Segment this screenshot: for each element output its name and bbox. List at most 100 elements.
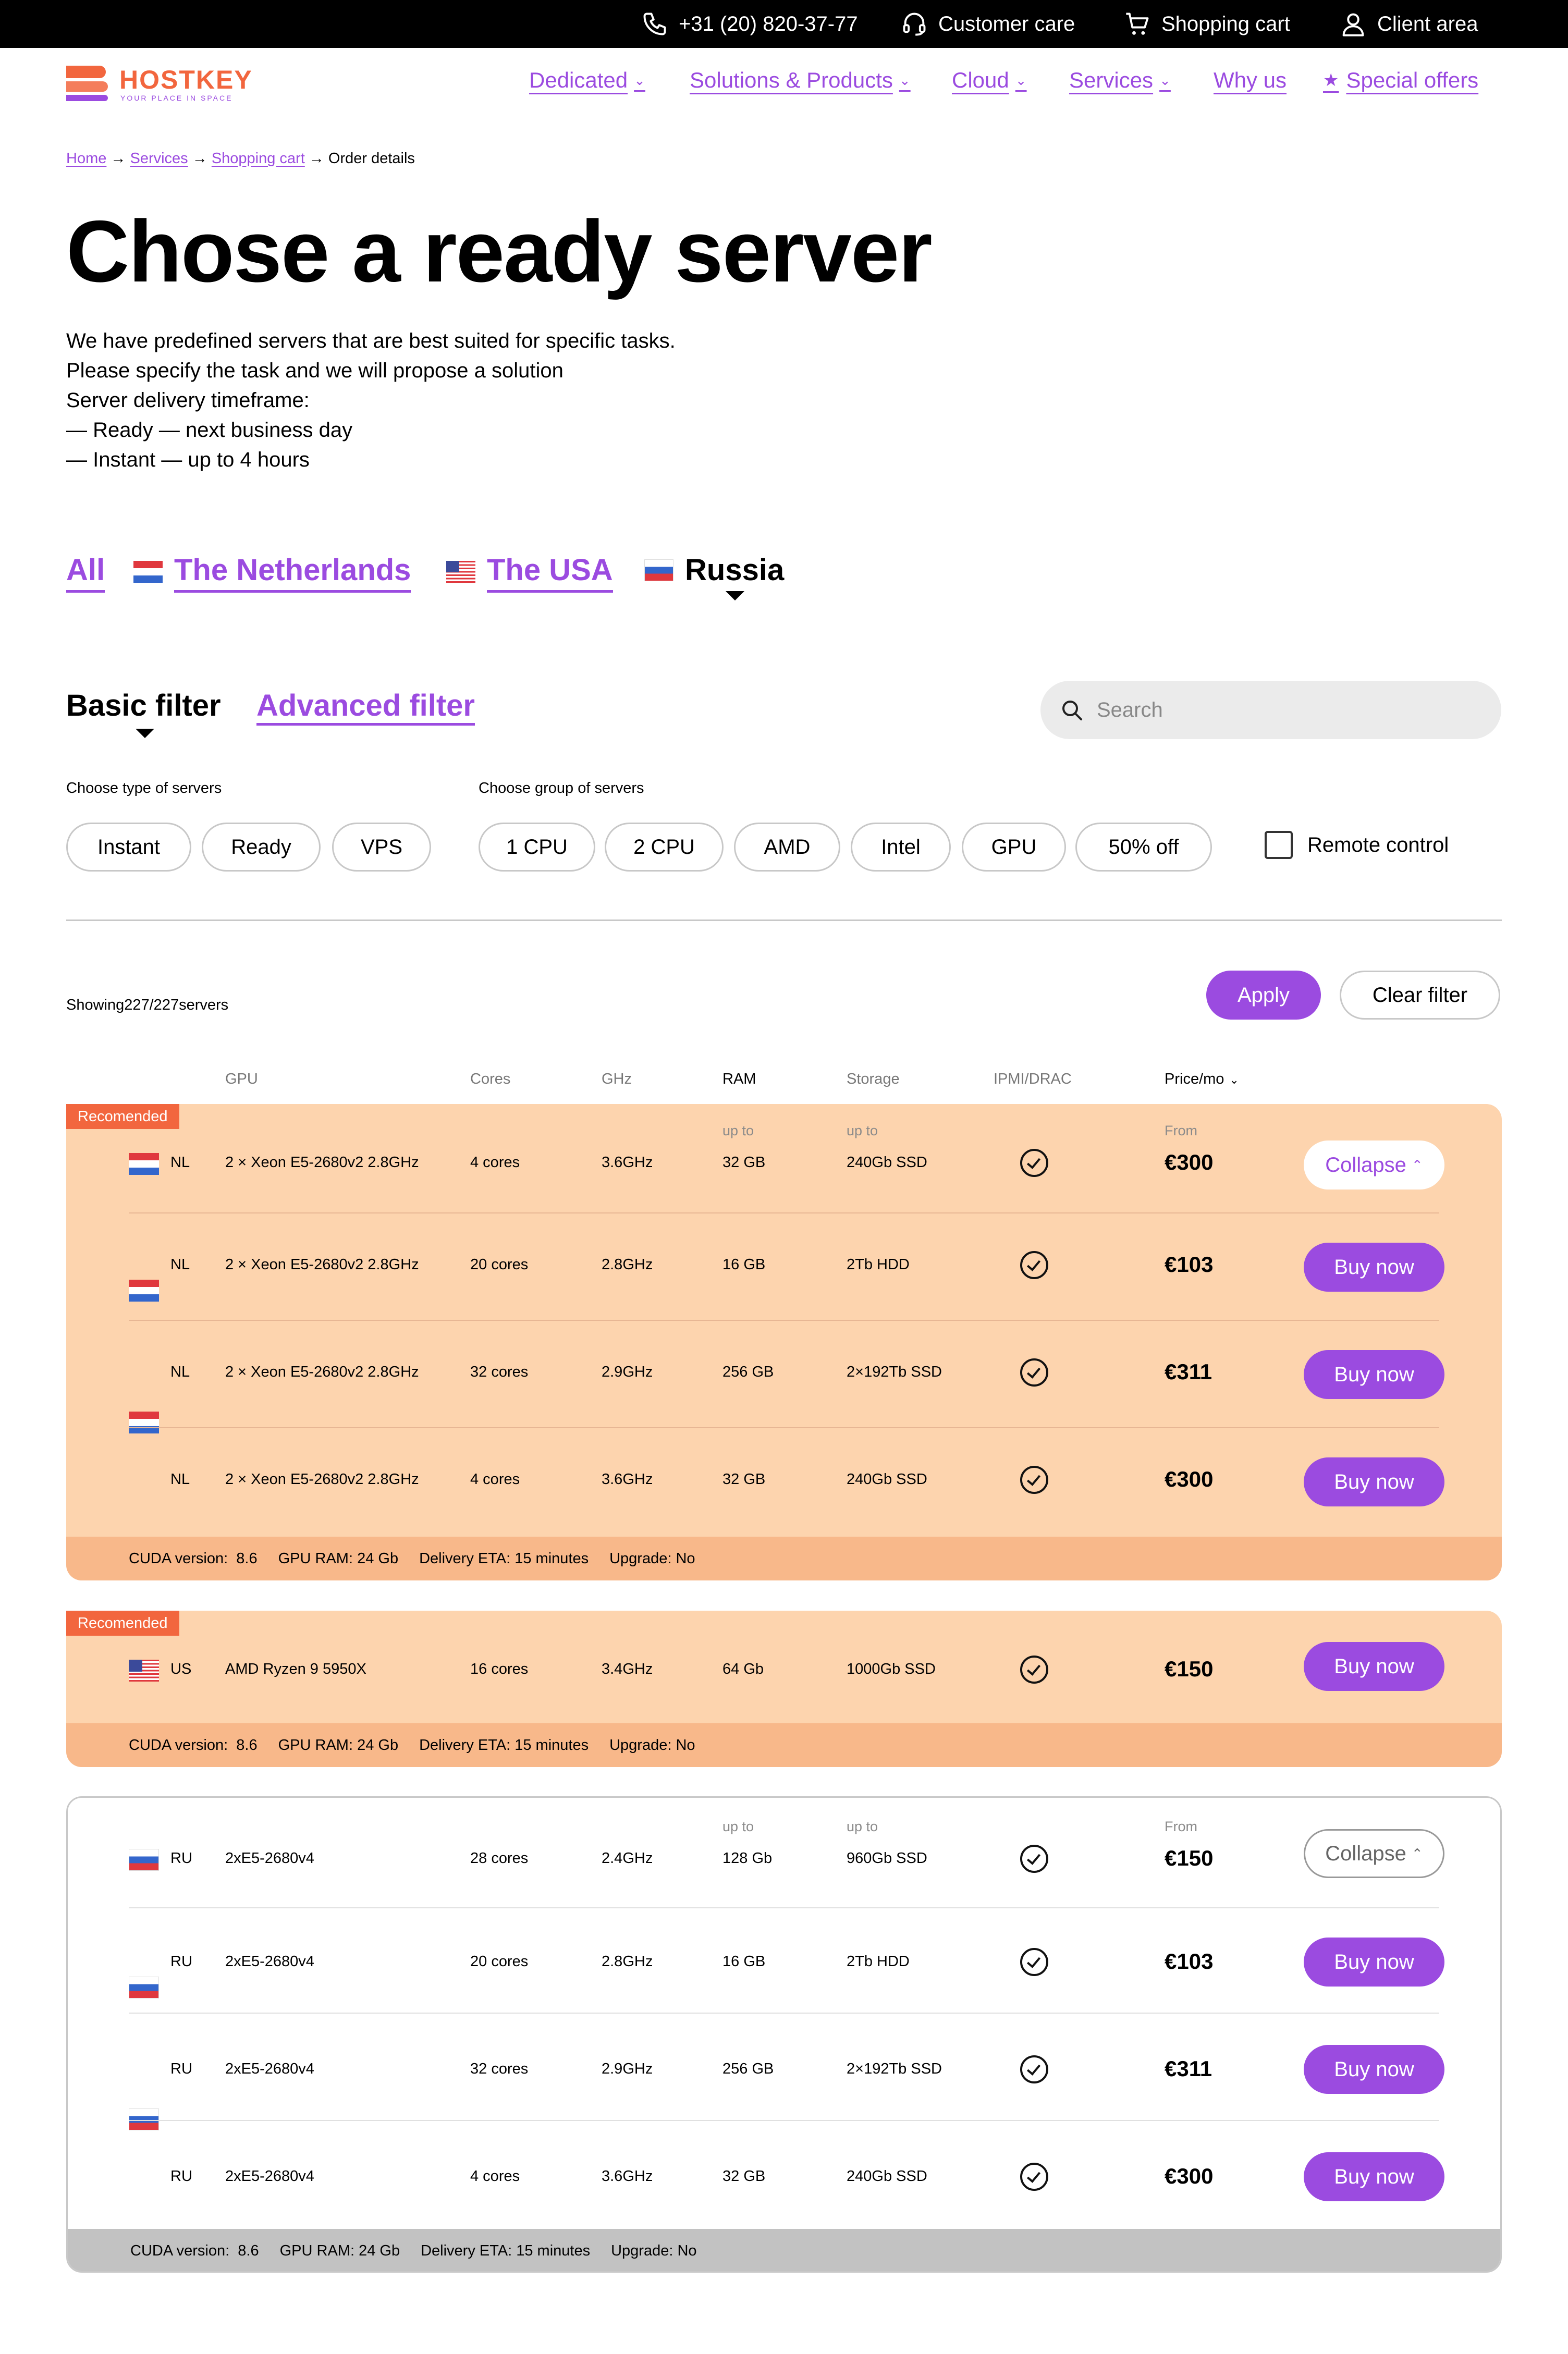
logo[interactable]: HOSTKEY YOUR PLACE IN SPACE — [66, 64, 252, 105]
column-header-ram[interactable]: RAM — [722, 1071, 756, 1088]
nav-dedicated[interactable]: Dedicated ⌄ — [529, 68, 645, 93]
group-pill-amd[interactable]: AMD — [734, 823, 840, 872]
country-tab-all[interactable]: All — [66, 550, 105, 593]
country-tab-all-label: All — [66, 550, 105, 593]
breadcrumb-separator: → — [309, 150, 324, 167]
nl-flag-icon — [129, 1280, 159, 1302]
search-input[interactable]: Search — [1040, 681, 1501, 739]
logo-text: HOSTKEY — [119, 65, 253, 94]
chevron-down-icon: ⌄ — [1015, 72, 1027, 88]
page-title: Chose a ready server — [66, 202, 933, 300]
group-pill-gpu[interactable]: GPU — [962, 823, 1066, 872]
column-header-storage[interactable]: Storage — [847, 1071, 900, 1088]
collapse-button[interactable]: Collapse ⌃ — [1304, 1829, 1444, 1878]
row-country: RU — [170, 2168, 192, 2185]
collapse-button[interactable]: Collapse ⌃ — [1304, 1141, 1444, 1190]
type-pill-ready[interactable]: Ready — [202, 823, 321, 872]
row-cpu: 2 × Xeon E5-2680v2 2.8GHz — [225, 1471, 419, 1488]
column-header-ipmi[interactable]: IPMI/DRAC — [994, 1071, 1072, 1088]
row-storage: 2Tb HDD — [847, 1953, 910, 1970]
breadcrumb-current: Order details — [328, 150, 415, 167]
breadcrumb-separator: → — [192, 150, 207, 167]
column-header-gpu[interactable]: GPU — [225, 1071, 258, 1088]
country-tab-netherlands[interactable]: The Netherlands — [133, 550, 411, 593]
row-price: €103 — [1165, 1949, 1214, 1973]
country-tab-usa[interactable]: The USA — [446, 550, 613, 593]
group-pill-50-off[interactable]: 50% off — [1075, 823, 1212, 872]
table-row: RU 2xE5-2680v4 20 cores 2.8GHz 16 GB 2Tb… — [68, 1822, 1500, 1999]
buy-now-button[interactable]: Buy now — [1304, 2045, 1444, 2094]
remote-control-checkbox[interactable]: Remote control — [1265, 831, 1449, 859]
client-area-link[interactable]: Client area — [1340, 0, 1478, 48]
column-header-cores[interactable]: Cores — [470, 1071, 510, 1088]
type-pill-vps[interactable]: VPS — [332, 823, 431, 872]
breadcrumb-home[interactable]: Home — [66, 150, 106, 167]
country-tab-russia[interactable]: Russia — [644, 550, 784, 590]
row-price: €103 — [1165, 1252, 1214, 1277]
phone-link[interactable]: +31 (20) 820-37-77 — [641, 0, 858, 48]
row-country: US — [170, 1661, 192, 1677]
delivery-eta: Delivery ETA: 15 minutes — [419, 1736, 589, 1754]
nav-special-offers[interactable]: ★ Special offers — [1323, 68, 1478, 93]
group-pill-1cpu[interactable]: 1 CPU — [479, 823, 595, 872]
cuda-version: CUDA version: 8.6 — [130, 2242, 259, 2259]
buy-now-button[interactable]: Buy now — [1304, 1243, 1444, 1292]
tab-basic-filter[interactable]: Basic filter — [66, 688, 221, 723]
row-ghz: 3.6GHz — [602, 1154, 653, 1171]
row-ghz: 2.9GHz — [602, 1364, 653, 1380]
buy-now-button[interactable]: Buy now — [1304, 2152, 1444, 2201]
buy-now-button[interactable]: Buy now — [1304, 1457, 1444, 1506]
apply-button[interactable]: Apply — [1206, 971, 1321, 1020]
column-header-price[interactable]: Price/mo ⌄ — [1165, 1071, 1239, 1088]
server-details-bar: CUDA version: 8.6 GPU RAM: 24 Gb Deliver… — [66, 1537, 1502, 1580]
group-pill-intel[interactable]: Intel — [851, 823, 951, 872]
row-divider — [129, 2013, 1439, 2014]
row-cores: 20 cores — [470, 1953, 529, 1970]
logo-mark-icon — [66, 66, 108, 101]
table-row: NL 2 × Xeon E5-2680v2 2.8GHz 20 cores 2.… — [66, 1129, 1502, 1302]
row-divider — [129, 2120, 1439, 2121]
group-pill-2cpu[interactable]: 2 CPU — [605, 823, 724, 872]
table-row: RU 2xE5-2680v4 28 cores 2.4GHz up to 128… — [68, 1798, 1500, 1878]
tab-advanced-filter[interactable]: Advanced filter — [256, 688, 475, 726]
nav-why-us[interactable]: Why us — [1214, 68, 1287, 93]
row-storage: 240Gb SSD — [847, 1471, 927, 1488]
type-pill-instant[interactable]: Instant — [66, 823, 191, 872]
intro-line: — Instant — up to 4 hours — [66, 448, 310, 471]
row-price: €311 — [1165, 1359, 1212, 1384]
customer-care-link[interactable]: Customer care — [901, 0, 1075, 48]
shopping-cart-link[interactable]: Shopping cart — [1124, 0, 1290, 48]
check-circle-icon — [1020, 1845, 1048, 1873]
buy-now-button[interactable]: Buy now — [1304, 1642, 1444, 1691]
check-circle-icon — [1020, 1948, 1048, 1976]
nav-services[interactable]: Services ⌄ — [1069, 68, 1171, 93]
chevron-down-icon: ⌄ — [1159, 72, 1171, 88]
from-label: From — [1165, 1819, 1197, 1834]
row-divider — [129, 1427, 1439, 1428]
buy-now-button[interactable]: Buy now — [1304, 1350, 1444, 1399]
nav-why-us-label: Why us — [1214, 68, 1287, 92]
gpu-ram: GPU RAM: 24 Gb — [278, 1736, 399, 1754]
ru-flag-icon — [129, 1977, 159, 1999]
buy-now-button[interactable]: Buy now — [1304, 1938, 1444, 1987]
check-circle-icon — [1020, 2163, 1048, 2191]
nav-solutions[interactable]: Solutions & Products ⌄ — [690, 68, 911, 93]
nav-cloud[interactable]: Cloud ⌄ — [952, 68, 1027, 93]
row-ghz: 3.6GHz — [602, 2168, 653, 2185]
row-price: €150 — [1165, 1657, 1214, 1681]
row-ghz: 3.6GHz — [602, 1471, 653, 1488]
recommended-badge: Recomended — [66, 1104, 179, 1129]
breadcrumb-services[interactable]: Services — [130, 150, 188, 167]
column-header-ghz[interactable]: GHz — [602, 1071, 632, 1088]
nl-flag-icon — [129, 1153, 159, 1175]
row-cpu: AMD Ryzen 9 5950X — [225, 1661, 366, 1677]
row-country: NL — [170, 1154, 190, 1171]
ru-flag-icon — [129, 2108, 159, 2130]
server-group-us: US AMD Ryzen 9 5950X 16 cores 3.4GHz 64 … — [66, 1611, 1502, 1767]
row-ram: 32 GB — [722, 1154, 766, 1171]
row-divider — [129, 1320, 1439, 1321]
clear-filter-button[interactable]: Clear filter — [1340, 971, 1500, 1020]
breadcrumb-cart[interactable]: Shopping cart — [212, 150, 305, 167]
upgrade-status: Upgrade: No — [609, 1550, 695, 1567]
row-price: €300 — [1165, 1150, 1214, 1174]
